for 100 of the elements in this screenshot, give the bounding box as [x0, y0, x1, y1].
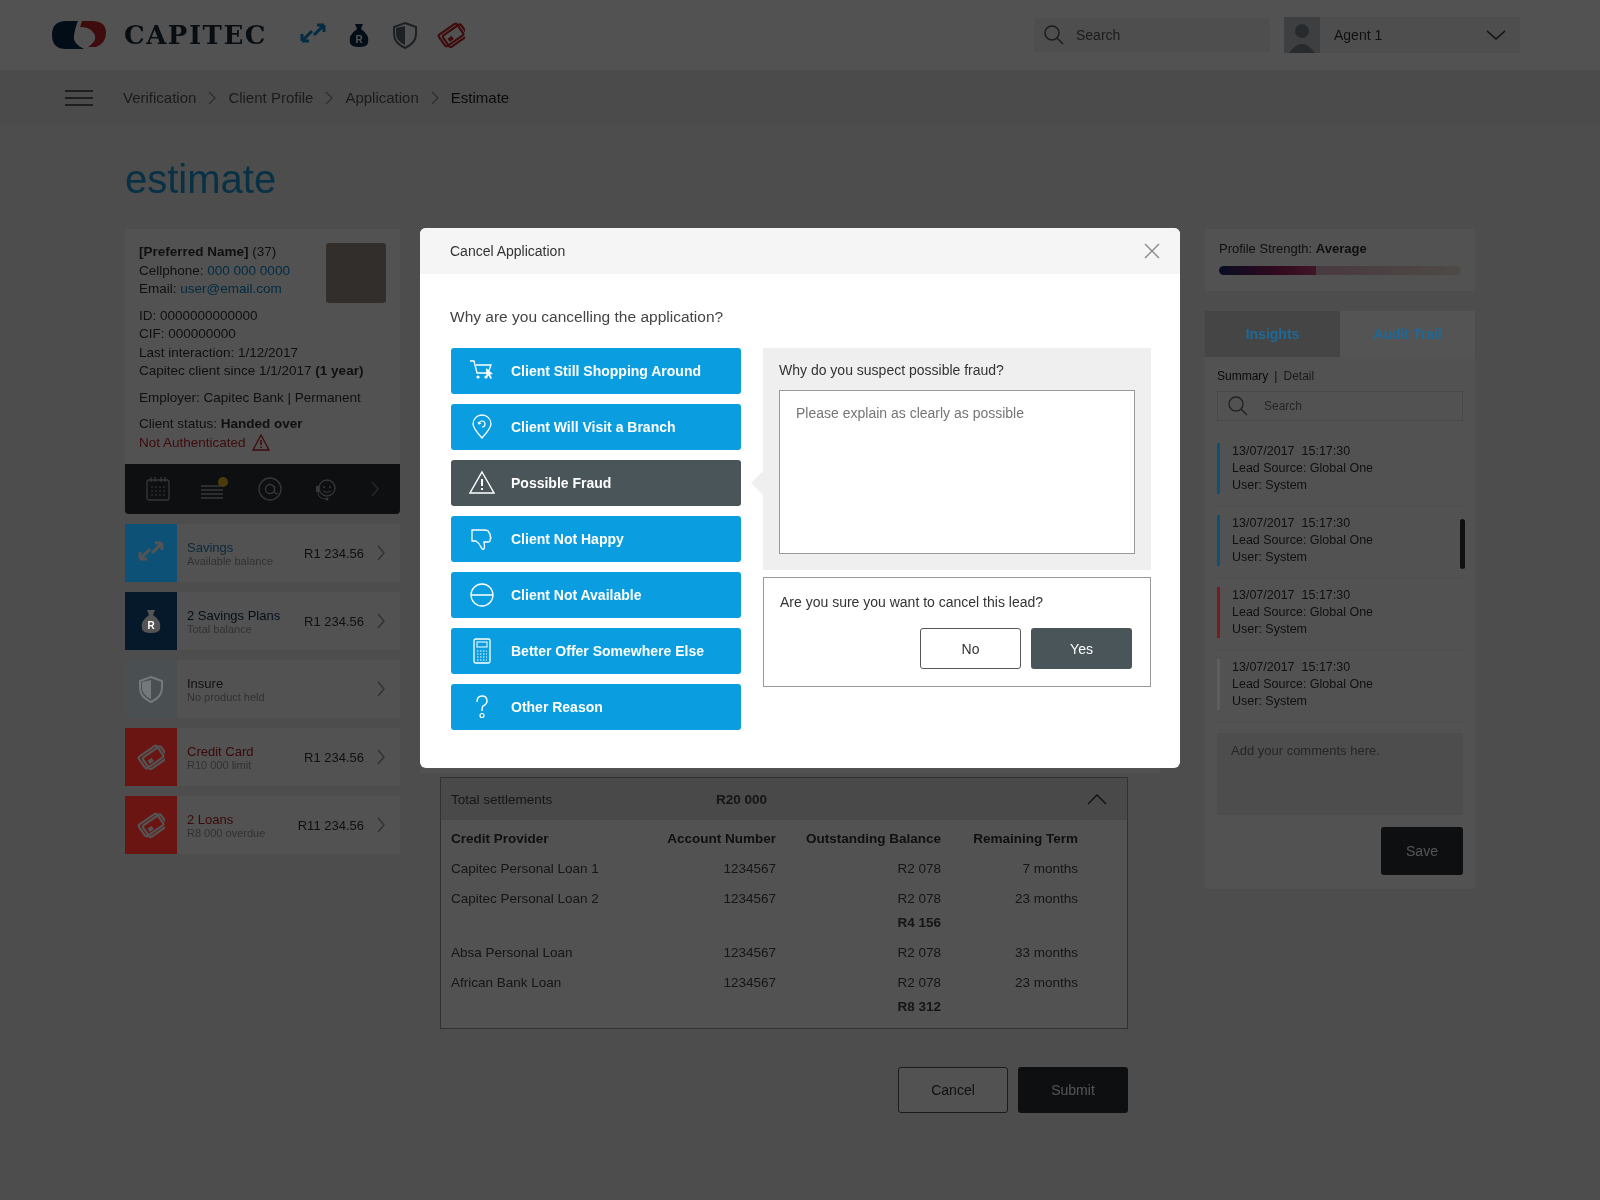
- table-cell-text: R2 078: [896, 890, 941, 908]
- confirm-question: Are you sure you want to cancel this lead?: [780, 594, 1045, 610]
- user-menu[interactable]: Agent 1: [1284, 17, 1520, 53]
- profile-strength-label: Profile Strength: Average: [1219, 241, 1368, 256]
- product-name: Credit Card: [187, 743, 255, 759]
- chevron-right-icon: [325, 90, 334, 105]
- table-cell-text: R2 078: [896, 974, 941, 992]
- cards-icon: [137, 743, 165, 771]
- subtotal-amount: R8 312: [896, 998, 941, 1016]
- reason-button[interactable]: Client Still Shopping Around: [451, 348, 741, 394]
- location-pin-icon: [469, 414, 495, 440]
- phone-number[interactable]: 000 000 0000: [207, 262, 290, 278]
- product-amount: R1 234.56: [304, 749, 364, 765]
- page-title: estimate: [125, 156, 278, 203]
- table-cell-text: Capitec Personal Loan 1: [451, 860, 600, 878]
- product-amount: R1 234.56: [304, 545, 364, 561]
- warning-icon: [251, 434, 270, 452]
- entry-source: Lead Source: Global One: [1232, 460, 1374, 477]
- reason-button[interactable]: Possible Fraud: [451, 460, 741, 506]
- close-button[interactable]: [1144, 243, 1160, 259]
- submit-button[interactable]: Submit: [1018, 1067, 1128, 1113]
- product-name: Savings: [187, 539, 235, 555]
- table-cell-text: Absa Personal Loan: [451, 944, 574, 962]
- cancel-button[interactable]: Cancel: [898, 1067, 1008, 1113]
- client-detail: CIF: 000000000: [139, 325, 237, 343]
- chevron-right-icon: [376, 612, 386, 630]
- search-icon: [1228, 396, 1248, 416]
- explanation-field[interactable]: Please explain as clearly as possible: [779, 390, 1135, 554]
- reason-button[interactable]: Client Not Happy: [451, 516, 741, 562]
- product-name: 2 Savings Plans: [187, 607, 282, 623]
- chevron-right-icon: [376, 816, 386, 834]
- entry-user: User: System: [1232, 693, 1308, 710]
- table-cell-text: 23 months: [1013, 974, 1078, 992]
- chevron-up-icon[interactable]: [1087, 793, 1107, 805]
- product-name: Insure: [187, 675, 225, 691]
- cellphone-label: Cellphone:: [139, 262, 205, 278]
- entry-source: Lead Source: Global One: [1232, 604, 1374, 621]
- reason-button[interactable]: Better Offer Somewhere Else: [451, 628, 741, 674]
- reason-button[interactable]: Client Not Available: [451, 572, 741, 618]
- yes-button[interactable]: Yes: [1031, 628, 1132, 669]
- chevron-right-icon: [376, 680, 386, 698]
- chevron-right-icon[interactable]: [369, 480, 380, 498]
- warning-icon: [469, 470, 495, 496]
- product-amount: R1 234.56: [304, 613, 364, 629]
- search-icon: [1044, 25, 1064, 45]
- product-amount: R11 234.56: [297, 817, 364, 833]
- close-icon: [1144, 243, 1160, 259]
- no-button[interactable]: No: [920, 628, 1021, 669]
- breadcrumb-link[interactable]: Estimate: [450, 89, 510, 106]
- entry-datetime: 13/07/2017 15:17:30: [1232, 515, 1352, 532]
- table-cell-text: 1234567: [722, 974, 776, 992]
- entry-source: Lead Source: Global One: [1232, 532, 1374, 549]
- entry-user: User: System: [1232, 621, 1308, 638]
- client-name: [Preferred Name] (37): [139, 243, 278, 261]
- table-cell-text: R2 078: [896, 944, 941, 962]
- entry-source: Lead Source: Global One: [1232, 676, 1374, 693]
- shield-icon: [137, 675, 165, 703]
- reason-button[interactable]: Other Reason: [451, 684, 741, 730]
- chevron-right-icon: [376, 748, 386, 766]
- view-link[interactable]: Summary: [1217, 369, 1269, 383]
- table-cell-text: 1234567: [722, 860, 776, 878]
- table-cell-text: 33 months: [1013, 944, 1078, 962]
- table-cell-text: 23 months: [1013, 890, 1078, 908]
- thumbs-down-icon: [469, 526, 495, 552]
- subtotal-amount: R4 156: [896, 914, 941, 932]
- entry-datetime: 13/07/2017 15:17:30: [1232, 659, 1352, 676]
- column-header: Credit Provider: [451, 830, 550, 848]
- logo-text: CAPITEC: [124, 20, 267, 50]
- detail-question: Why do you suspect possible fraud?: [779, 362, 1005, 378]
- photo-placeholder: [326, 243, 386, 303]
- dialog-title: Cancel Application: [450, 243, 566, 259]
- entry-datetime: 13/07/2017 15:17:30: [1232, 587, 1352, 604]
- client-status: Client status: Handed over: [139, 415, 304, 433]
- client-detail: Last interaction: 1/12/2017: [139, 343, 300, 362]
- client-detail: ID: 0000000000000: [139, 306, 259, 325]
- menu-button[interactable]: [65, 89, 93, 106]
- list-icon[interactable]: [201, 476, 230, 502]
- tab[interactable]: Insights: [1205, 311, 1340, 357]
- chevron-down-icon: [1486, 29, 1506, 41]
- entry-user: User: System: [1232, 549, 1308, 566]
- save-button[interactable]: Save: [1381, 827, 1463, 875]
- chevron-right-icon: [376, 544, 386, 562]
- separator: |: [1274, 369, 1278, 383]
- cards-icon[interactable]: [436, 21, 465, 49]
- scrollbar[interactable]: [1460, 519, 1465, 569]
- client-detail: Capitec client since 1/1/2017 (1 year): [139, 362, 365, 380]
- avatar-icon: [1284, 17, 1320, 53]
- cards-icon: [137, 811, 165, 839]
- no-entry-icon: [469, 582, 495, 608]
- dialog-question: Why are you cancelling the application?: [450, 308, 725, 326]
- shield-icon[interactable]: [390, 21, 419, 49]
- email-link[interactable]: user@email.com: [180, 281, 282, 296]
- product-name: 2 Loans: [187, 811, 235, 827]
- table-cell-text: 7 months: [1021, 860, 1078, 878]
- reason-button[interactable]: Client Will Visit a Branch: [451, 404, 741, 450]
- column-header: Account Number: [666, 830, 776, 848]
- table-cell-text: 1234567: [722, 890, 776, 908]
- chevron-right-icon: [208, 90, 217, 105]
- table-cell-text: R2 078: [896, 860, 941, 878]
- column-header: Remaining Term: [972, 830, 1078, 848]
